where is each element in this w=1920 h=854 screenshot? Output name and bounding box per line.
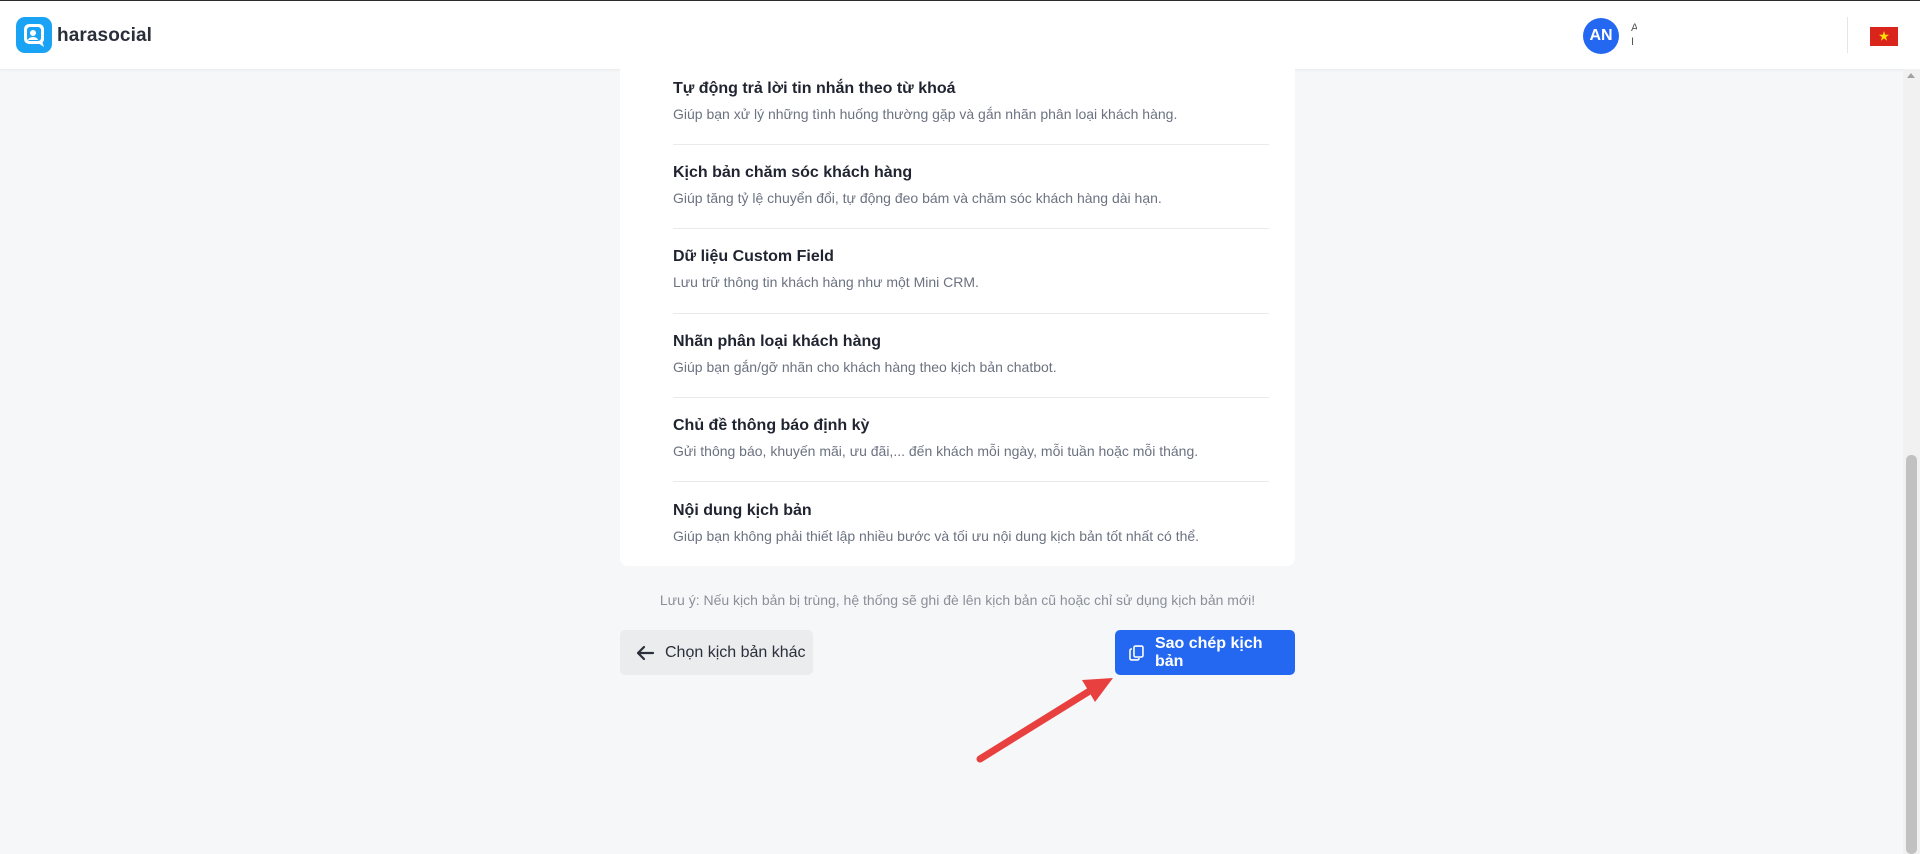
copy-icon bbox=[1129, 644, 1144, 661]
feature-item: Nhãn phân loại khách hàng Giúp bạn gắn/g… bbox=[673, 332, 1269, 376]
feature-description: Giúp bạn không phải thiết lập nhiều bước… bbox=[673, 528, 1200, 544]
feature-divider bbox=[673, 144, 1269, 145]
feature-description: Gửi thông báo, khuyến mãi, ưu đãi,... đế… bbox=[673, 443, 1199, 459]
user-name: A bbox=[1631, 22, 1637, 34]
feature-divider bbox=[673, 397, 1269, 398]
scroll-thumb[interactable] bbox=[1906, 455, 1917, 854]
feature-title: Nội dung kịch bản bbox=[673, 502, 812, 519]
feature-item: Kịch bản chăm sóc khách hàng Giúp tăng t… bbox=[673, 163, 1269, 207]
copy-script-button[interactable]: Sao chép kịch bản bbox=[1115, 630, 1295, 675]
feature-divider bbox=[673, 313, 1269, 314]
user-subtitle: I bbox=[1631, 36, 1635, 48]
user-info[interactable]: A I bbox=[1631, 21, 1637, 51]
feature-description: Giúp bạn gắn/gỡ nhãn cho khách hàng theo… bbox=[673, 359, 1057, 375]
feature-item: Dữ liệu Custom Field Lưu trữ thông tin k… bbox=[673, 247, 1269, 291]
features-card: Tự động trả lời tin nhắn theo từ khoá Gi… bbox=[620, 69, 1295, 566]
header-divider bbox=[1847, 17, 1848, 53]
feature-item: Nội dung kịch bản Giúp bạn không phải th… bbox=[673, 501, 1269, 545]
feature-description: Giúp tăng tỷ lệ chuyển đổi, tự động đeo … bbox=[673, 190, 1162, 206]
feature-title: Kịch bản chăm sóc khách hàng bbox=[673, 164, 913, 181]
feature-description: Giúp bạn xử lý những tình huống thường g… bbox=[673, 106, 1178, 122]
brand-name: harasocial bbox=[57, 25, 152, 46]
feature-description: Lưu trữ thông tin khách hàng như một Min… bbox=[673, 274, 979, 290]
avatar-initials: AN bbox=[1589, 27, 1613, 44]
feature-title: Dữ liệu Custom Field bbox=[673, 248, 834, 265]
feature-title: Chủ đề thông báo định kỳ bbox=[673, 417, 870, 434]
choose-other-script-label: Chọn kịch bản khác bbox=[665, 643, 806, 661]
annotation-arrow-icon bbox=[976, 678, 1113, 763]
feature-title: Nhãn phân loại khách hàng bbox=[673, 333, 882, 350]
feature-title: Tự động trả lời tin nhắn theo từ khoá bbox=[673, 80, 956, 97]
feature-item: Chủ đề thông báo định kỳ Gửi thông báo, … bbox=[673, 416, 1269, 460]
choose-other-script-button[interactable]: Chọn kịch bản khác bbox=[620, 630, 813, 675]
vertical-scrollbar[interactable] bbox=[1903, 69, 1920, 854]
feature-divider bbox=[673, 228, 1269, 229]
feature-divider bbox=[673, 481, 1269, 482]
copy-script-label: Sao chép kịch bản bbox=[1154, 634, 1263, 670]
scroll-up-icon[interactable] bbox=[1907, 73, 1915, 78]
user-avatar[interactable]: AN bbox=[1583, 18, 1619, 54]
arrow-left-icon bbox=[636, 645, 655, 660]
harasocial-logo-icon[interactable] bbox=[16, 17, 52, 53]
vietnam-flag-icon[interactable] bbox=[1870, 27, 1898, 46]
top-bar: harasocial AN A I bbox=[0, 0, 1920, 69]
feature-item: Tự động trả lời tin nhắn theo từ khoá Gi… bbox=[673, 79, 1269, 123]
overwrite-note: Lưu ý: Nếu kịch bản bị trùng, hệ thống s… bbox=[659, 592, 1256, 608]
